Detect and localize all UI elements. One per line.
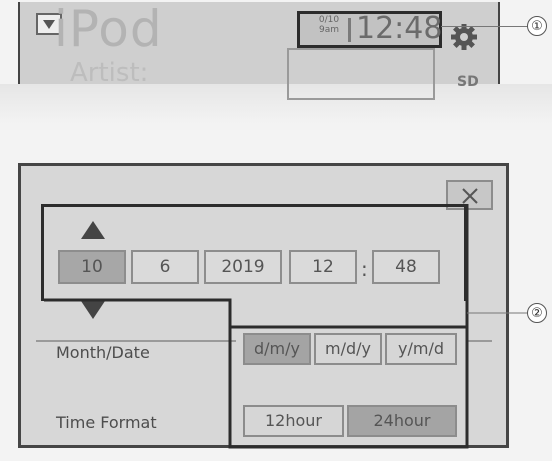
option-ymd[interactable]: y/m/d — [385, 333, 457, 365]
option-mdy[interactable]: m/d/y — [314, 333, 382, 365]
option-12hour[interactable]: 12hour — [243, 405, 344, 437]
option-24hour[interactable]: 24hour — [347, 405, 457, 437]
option-dmy[interactable]: d/m/y — [243, 333, 311, 365]
callout-marker-2: ② — [527, 303, 547, 323]
month-date-label: Month/Date — [56, 343, 150, 362]
time-format-label: Time Format — [56, 413, 157, 432]
highlight-connector — [44, 204, 528, 449]
